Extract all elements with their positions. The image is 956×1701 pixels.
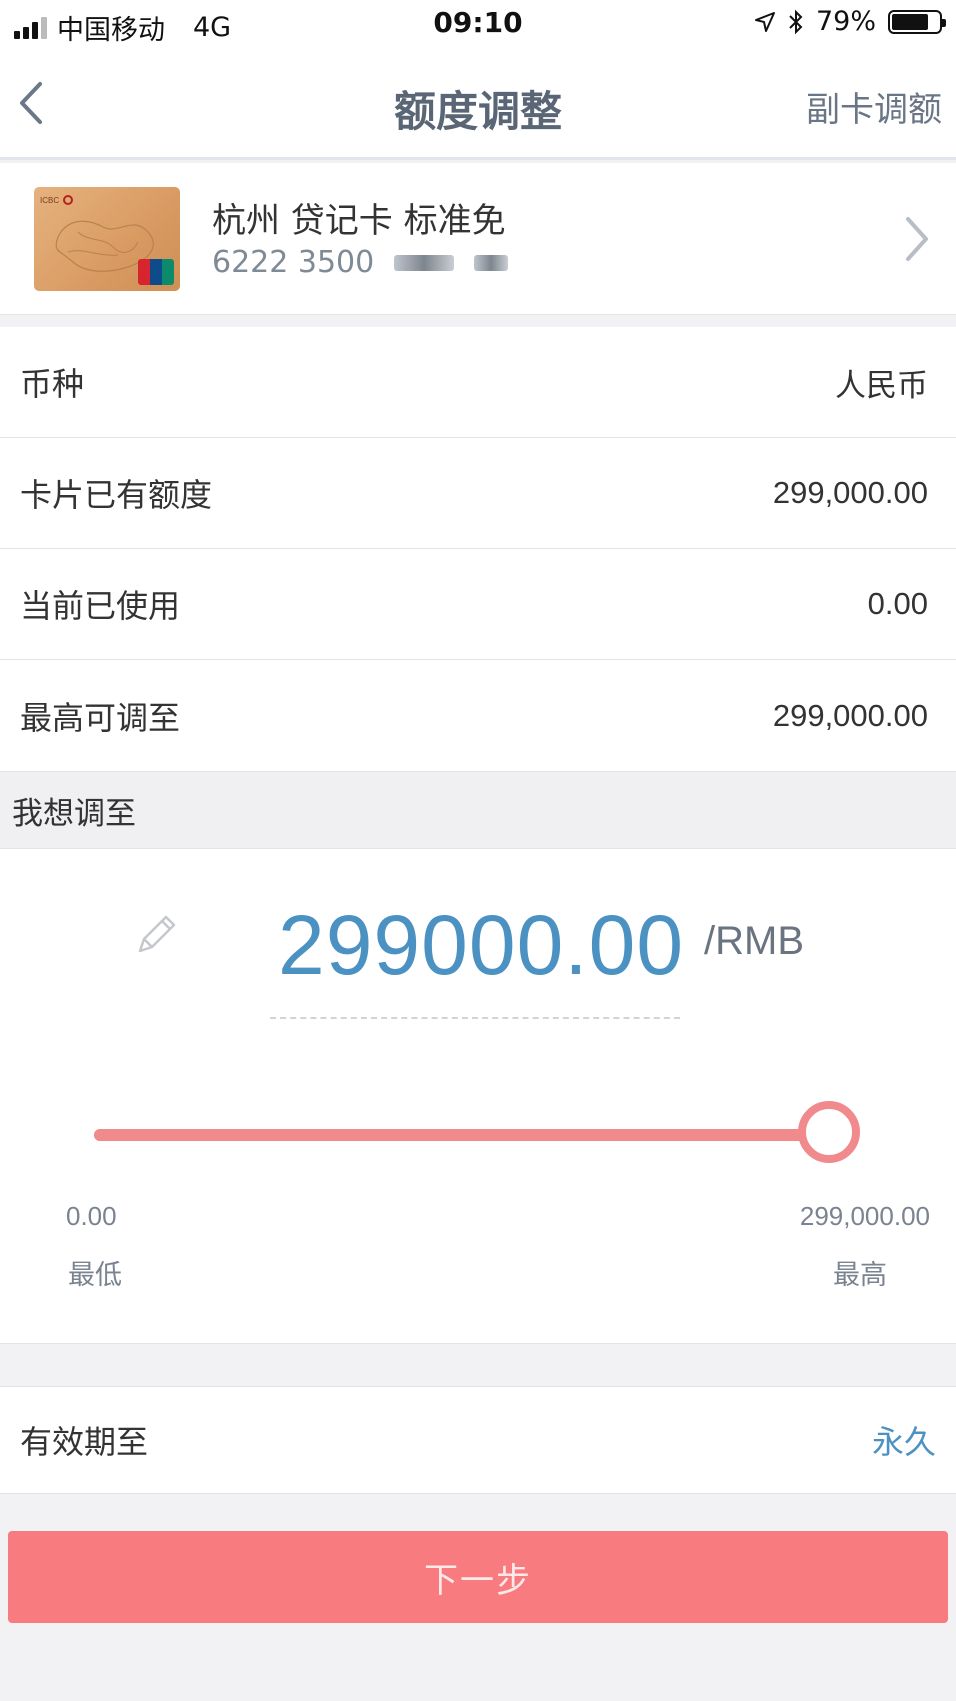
adjust-section-header: 我想调至 — [0, 771, 956, 849]
validity-label: 有效期至 — [20, 1423, 149, 1461]
amount-underline — [270, 1017, 680, 1019]
info-row-max-adjustable: 最高可调至 299,000.00 — [0, 660, 956, 771]
card-name: 杭州 贷记卡 标准免 — [212, 201, 506, 241]
info-value: 299,000.00 — [772, 475, 928, 510]
bank-logo: ICBC — [40, 195, 74, 205]
pencil-icon[interactable] — [132, 909, 182, 959]
bank-card-image: ICBC — [34, 187, 180, 291]
supplementary-card-adjust-button[interactable]: 副卡调额 — [806, 82, 942, 131]
status-right: 79% — [754, 6, 946, 37]
info-row-current-limit: 卡片已有额度 299,000.00 — [0, 438, 956, 549]
card-number-prefix: 6222 3500 — [212, 245, 375, 280]
slider-min-value: 0.00 — [66, 1201, 117, 1231]
card-selector[interactable]: ICBC 杭州 贷记卡 标准免 6222 3500 — [0, 163, 956, 315]
amount-input[interactable]: 299000.00 — [278, 897, 684, 994]
limit-slider-fill — [94, 1129, 829, 1141]
chevron-right-icon — [906, 217, 928, 261]
info-label: 最高可调至 — [20, 698, 181, 737]
validity-row[interactable]: 有效期至 永久 — [0, 1386, 956, 1494]
status-bar: 中国移动 4G 09:10 79% — [0, 0, 956, 50]
location-arrow-icon — [754, 11, 775, 32]
info-row-used: 当前已使用 0.00 — [0, 549, 956, 660]
info-value: 0.00 — [867, 586, 928, 621]
battery-icon — [888, 9, 946, 34]
unionpay-logo — [138, 259, 174, 285]
info-value: 人民币 — [835, 367, 928, 403]
info-row-currency: 币种 人民币 — [0, 327, 956, 438]
info-label: 卡片已有额度 — [20, 476, 213, 514]
limit-info-list: 币种 人民币 卡片已有额度 299,000.00 当前已使用 0.00 最高可调… — [0, 327, 956, 771]
slider-max-value: 299,000.00 — [799, 1201, 930, 1231]
limit-slider-thumb[interactable] — [798, 1101, 860, 1163]
card-number: 6222 3500 — [212, 245, 509, 280]
card-number-mask — [474, 254, 509, 271]
adjust-panel: 299000.00 /RMB 0.00 299,000.00 最低 最高 — [0, 849, 956, 1344]
amount-unit: /RMB — [704, 919, 804, 963]
validity-value[interactable]: 永久 — [872, 1417, 936, 1463]
nav-bar: 额度调整 副卡调额 — [0, 50, 956, 160]
next-step-button[interactable]: 下一步 — [8, 1531, 948, 1623]
bluetooth-icon — [789, 9, 803, 34]
slider-min-label: 最低 — [68, 1260, 122, 1291]
slider-max-label: 最高 — [833, 1260, 887, 1291]
limit-slider-track[interactable] — [94, 1129, 829, 1141]
battery-percent: 79% — [815, 6, 876, 37]
info-value: 299,000.00 — [772, 697, 928, 733]
info-label: 币种 — [20, 365, 85, 403]
info-label: 当前已使用 — [20, 587, 181, 625]
card-number-mask — [394, 254, 455, 271]
